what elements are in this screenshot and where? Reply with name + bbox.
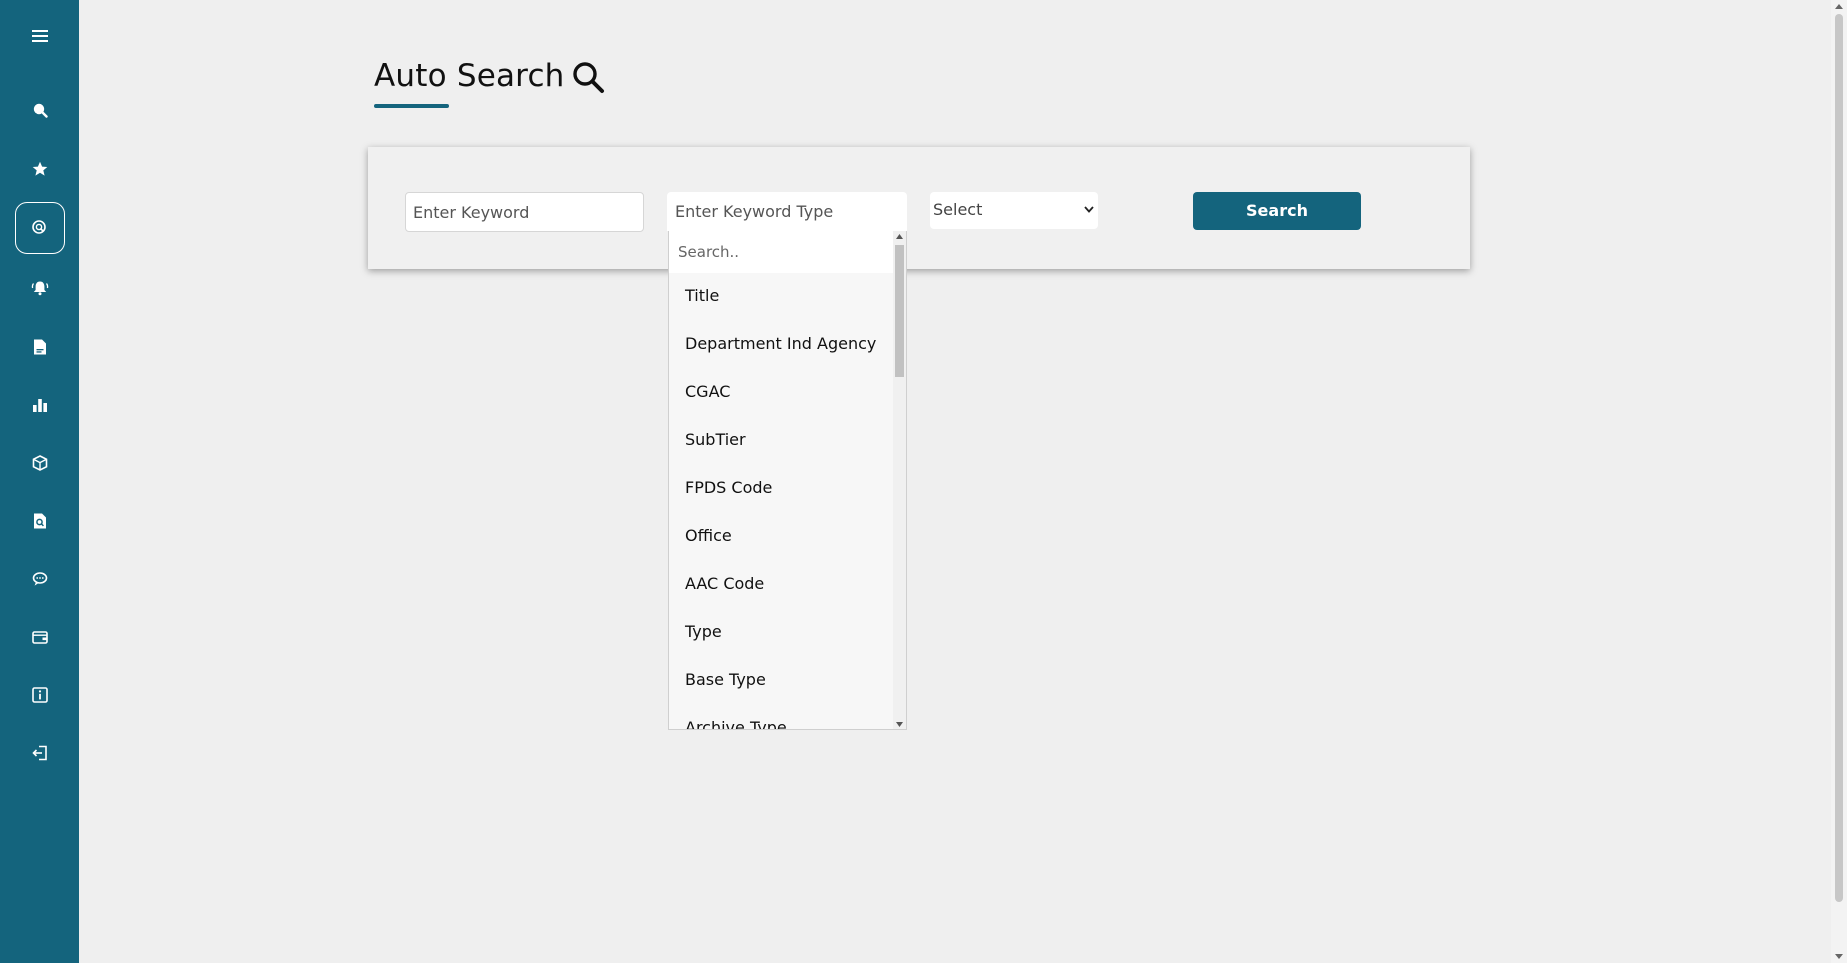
auto-search-icon bbox=[32, 220, 46, 234]
dropdown-search-input[interactable] bbox=[669, 231, 893, 273]
scroll-down-arrow-icon[interactable] bbox=[1835, 954, 1843, 959]
page-title: Auto Search bbox=[374, 58, 565, 94]
page-scrollbar[interactable] bbox=[1831, 0, 1847, 963]
chevron-down-icon bbox=[1084, 206, 1094, 213]
dropdown-option[interactable]: Office bbox=[669, 513, 893, 561]
sidebar bbox=[0, 0, 79, 963]
star-icon bbox=[32, 161, 48, 176]
dropdown-options-list: Title Department Ind Agency CGAC SubTier… bbox=[669, 273, 893, 729]
keyword-type-dropdown: Title Department Ind Agency CGAC SubTier… bbox=[668, 231, 907, 730]
search-icon bbox=[572, 62, 604, 93]
dropdown-option[interactable]: FPDS Code bbox=[669, 465, 893, 513]
sidebar-item-info[interactable] bbox=[16, 671, 64, 719]
sidebar-item-auto-search[interactable] bbox=[15, 202, 65, 254]
page-scrollbar-thumb[interactable] bbox=[1835, 14, 1843, 902]
wallet-icon bbox=[32, 631, 48, 644]
chat-icon bbox=[32, 572, 48, 586]
box-icon bbox=[32, 455, 48, 471]
file-search-icon bbox=[34, 513, 46, 529]
dropdown-option[interactable]: Type bbox=[669, 609, 893, 657]
dropdown-option[interactable]: Archive Type bbox=[669, 705, 893, 729]
scroll-down-arrow-icon[interactable] bbox=[896, 722, 903, 727]
bell-icon bbox=[31, 281, 49, 296]
menu-icon bbox=[32, 30, 48, 42]
search-button[interactable]: Search bbox=[1193, 192, 1361, 230]
sidebar-item-alerts[interactable] bbox=[16, 264, 64, 312]
sidebar-item-favorites[interactable] bbox=[16, 145, 64, 193]
filter-select-value: Select bbox=[933, 200, 983, 219]
info-icon bbox=[32, 687, 48, 703]
dropdown-option[interactable]: AAC Code bbox=[669, 561, 893, 609]
logout-icon bbox=[32, 745, 47, 761]
dropdown-option[interactable]: Title bbox=[669, 273, 893, 321]
document-icon bbox=[34, 339, 46, 355]
sidebar-item-messages[interactable] bbox=[16, 555, 64, 603]
dropdown-option[interactable]: Department Ind Agency bbox=[669, 321, 893, 369]
keyword-type-placeholder: Enter Keyword Type bbox=[675, 202, 834, 221]
scroll-up-arrow-icon[interactable] bbox=[1835, 4, 1843, 9]
filter-select[interactable]: Select bbox=[930, 192, 1098, 229]
page-header: Auto Search bbox=[374, 58, 605, 94]
sidebar-item-documents[interactable] bbox=[16, 323, 64, 371]
sidebar-item-packages[interactable] bbox=[16, 439, 64, 487]
sidebar-item-file-search[interactable] bbox=[16, 497, 64, 545]
dropdown-option[interactable]: Base Type bbox=[669, 657, 893, 705]
scroll-up-arrow-icon[interactable] bbox=[896, 234, 903, 239]
menu-toggle-button[interactable] bbox=[16, 12, 64, 60]
sidebar-item-logout[interactable] bbox=[16, 729, 64, 777]
search-icon bbox=[33, 103, 48, 118]
bar-chart-icon bbox=[33, 399, 47, 412]
dropdown-scrollbar-thumb[interactable] bbox=[895, 245, 904, 377]
dropdown-scrollbar[interactable] bbox=[893, 231, 906, 729]
sidebar-item-search[interactable] bbox=[16, 86, 64, 134]
sidebar-item-analytics[interactable] bbox=[16, 381, 64, 429]
dropdown-option[interactable]: CGAC bbox=[669, 369, 893, 417]
title-underline bbox=[374, 104, 449, 108]
sidebar-item-wallet[interactable] bbox=[16, 613, 64, 661]
keyword-type-field[interactable]: Enter Keyword Type bbox=[667, 192, 907, 231]
keyword-input[interactable] bbox=[405, 192, 644, 232]
dropdown-option[interactable]: SubTier bbox=[669, 417, 893, 465]
